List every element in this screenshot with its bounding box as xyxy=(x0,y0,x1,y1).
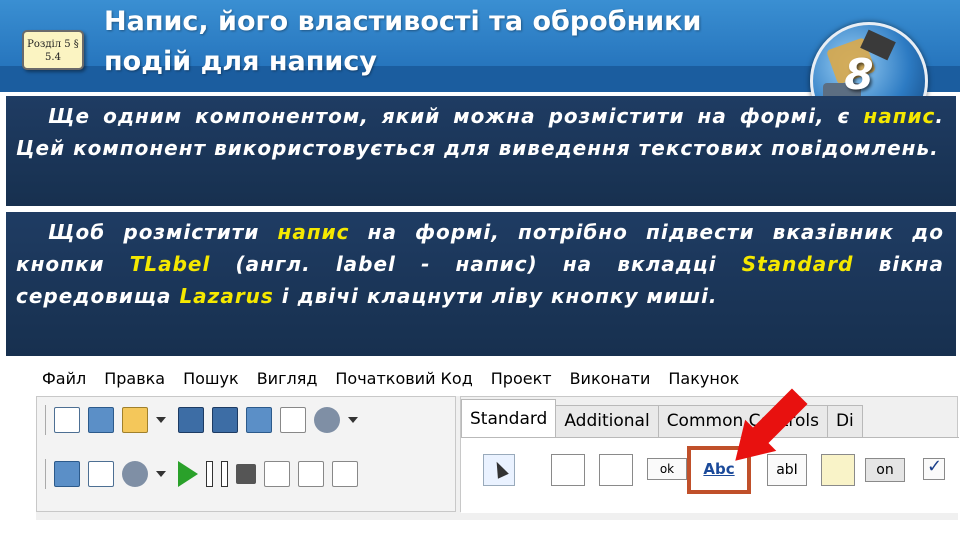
chevron-down-icon[interactable] xyxy=(156,471,166,477)
pause-icon[interactable] xyxy=(206,461,228,487)
ide-screenshot: Файл Правка Пошук Вигляд Початковий Код … xyxy=(36,360,959,520)
toolbar-row-2 xyxy=(45,455,366,493)
paragraph2-text: і двічі клацнути ліву кнопку миші. xyxy=(273,284,718,308)
paragraph2-text: (англ. label - напис) на вкладці xyxy=(210,252,742,276)
page-title: Напис, його властивості та обробники под… xyxy=(104,6,702,77)
chevron-down-icon[interactable] xyxy=(156,417,166,423)
ttogglebox-icon[interactable]: on xyxy=(865,458,905,482)
palette-components: ok Abc abI on xyxy=(461,437,959,513)
build-gear-icon[interactable] xyxy=(122,461,148,487)
step-out-icon[interactable] xyxy=(332,461,358,487)
run-play-icon[interactable] xyxy=(178,461,198,487)
tab-dialogs[interactable]: Di xyxy=(826,405,863,437)
step-over-icon[interactable] xyxy=(298,461,324,487)
menu-view[interactable]: Вигляд xyxy=(257,369,318,388)
menu-search[interactable]: Пошук xyxy=(183,369,239,388)
pointer-cursor-icon[interactable] xyxy=(483,454,515,486)
menu-project[interactable]: Проект xyxy=(491,369,552,388)
save-icon[interactable] xyxy=(178,407,204,433)
open-folder-icon[interactable] xyxy=(122,407,148,433)
view-units-icon[interactable] xyxy=(280,407,306,433)
paragraph2-text: Щоб розмістити xyxy=(48,220,278,244)
view-source-icon[interactable] xyxy=(88,461,114,487)
tab-additional[interactable]: Additional xyxy=(555,405,659,437)
menu-package[interactable]: Пакунок xyxy=(668,369,739,388)
grade-number: 8 xyxy=(844,50,874,99)
text-block-1: Ще одним компонентом, який можна розміст… xyxy=(6,96,956,206)
highlight-lazarus: Lazarus xyxy=(179,284,274,308)
tbutton-icon[interactable]: ok xyxy=(647,458,687,480)
red-pointer-arrow-icon xyxy=(736,386,816,466)
new-form-icon[interactable] xyxy=(88,407,114,433)
paragraph1-highlight: напис xyxy=(863,104,936,128)
toolbar-separator xyxy=(45,459,46,489)
tcheckbox-icon[interactable] xyxy=(923,456,945,480)
toolbar-separator xyxy=(45,405,46,435)
toolbar-row-1 xyxy=(45,401,370,439)
toggle-form-unit-icon[interactable] xyxy=(246,407,272,433)
menu-source[interactable]: Початковий Код xyxy=(335,369,472,388)
highlight-napys: напис xyxy=(277,220,350,244)
menu-bar: Файл Правка Пошук Вигляд Початковий Код … xyxy=(36,360,958,396)
popup-menu-icon[interactable] xyxy=(599,454,633,486)
highlight-tlabel: TLabel xyxy=(129,252,211,276)
toolbar xyxy=(36,396,456,512)
main-menu-icon[interactable] xyxy=(551,454,585,486)
paragraph1-text: Ще одним компонентом, який можна розміст… xyxy=(48,104,864,128)
menu-run[interactable]: Виконати xyxy=(570,369,651,388)
step-into-icon[interactable] xyxy=(264,461,290,487)
tmemo-icon[interactable] xyxy=(821,454,855,486)
view-forms-icon[interactable] xyxy=(54,461,80,487)
new-unit-icon[interactable] xyxy=(54,407,80,433)
chevron-down-icon[interactable] xyxy=(348,417,358,423)
options-gear-icon[interactable] xyxy=(314,407,340,433)
section-badge: Розділ 5 § 5.4 xyxy=(22,30,84,70)
highlight-standard: Standard xyxy=(741,252,854,276)
stop-icon[interactable] xyxy=(236,464,256,484)
save-all-icon[interactable] xyxy=(212,407,238,433)
text-block-2: Щоб розмістити напис на формі, потрібно … xyxy=(6,212,956,356)
component-palette: Standard Additional Common Controls Di o… xyxy=(460,396,959,513)
menu-edit[interactable]: Правка xyxy=(104,369,165,388)
menu-file[interactable]: Файл xyxy=(42,369,86,388)
tab-standard[interactable]: Standard xyxy=(461,399,557,437)
